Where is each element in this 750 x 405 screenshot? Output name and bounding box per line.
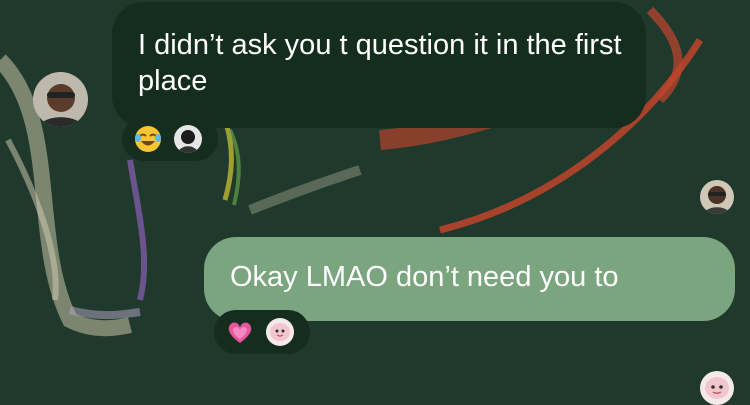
outgoing-message-bubble[interactable]: Okay LMAO don’t need you to xyxy=(204,237,735,321)
person-icon xyxy=(700,180,734,214)
sender-avatar[interactable] xyxy=(33,72,88,127)
growing-heart-icon xyxy=(224,316,256,348)
own-avatar[interactable] xyxy=(700,371,734,405)
message-reaction[interactable] xyxy=(214,310,310,354)
message-reaction[interactable] xyxy=(122,117,218,161)
message-text: Okay LMAO don’t need you to xyxy=(230,261,619,293)
person-icon xyxy=(700,371,734,405)
reactor-avatar xyxy=(174,125,202,153)
person-icon xyxy=(266,318,294,346)
face-with-tears-of-joy-icon xyxy=(132,123,164,155)
incoming-message-bubble[interactable]: I didn’t ask you t question it in the fi… xyxy=(112,2,646,128)
person-icon xyxy=(174,125,202,153)
message-text: I didn’t ask you t question it in the fi… xyxy=(138,29,622,97)
recipient-avatar[interactable] xyxy=(700,180,734,214)
person-icon xyxy=(33,72,88,127)
reactor-avatar xyxy=(266,318,294,346)
